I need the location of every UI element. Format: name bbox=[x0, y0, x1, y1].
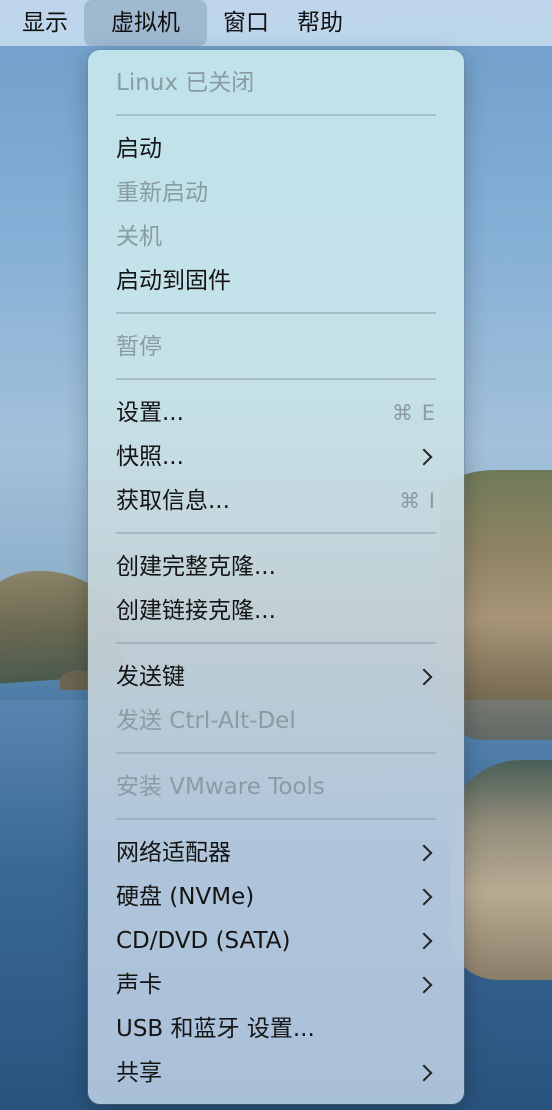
get-info-label: 获取信息... bbox=[116, 488, 230, 514]
menubar-window[interactable]: 窗口 bbox=[209, 0, 283, 46]
menu-separator bbox=[116, 752, 436, 754]
network-adapter-label: 网络适配器 bbox=[116, 840, 231, 866]
snapshots-label: 快照... bbox=[116, 444, 184, 470]
menu-item-start[interactable]: 启动 bbox=[116, 129, 436, 169]
vm-status-label: Linux 已关闭 bbox=[116, 70, 255, 96]
send-keys-label: 发送键 bbox=[116, 664, 185, 690]
shutdown-label: 关机 bbox=[116, 224, 162, 250]
menu-separator bbox=[116, 818, 436, 820]
sharing-label: 共享 bbox=[116, 1060, 162, 1086]
chevron-right-icon bbox=[415, 976, 433, 994]
menubar-help[interactable]: 帮助 bbox=[283, 0, 357, 46]
menu-item-install-vmware-tools: 安装 VMware Tools bbox=[116, 767, 436, 807]
menu-item-hard-disk[interactable]: 硬盘 (NVMe) bbox=[116, 877, 436, 917]
menu-item-usb-bluetooth-settings[interactable]: USB 和蓝牙 设置... bbox=[116, 1009, 436, 1049]
send-cad-label: 发送 Ctrl-Alt-Del bbox=[116, 708, 296, 734]
menu-item-shutdown: 关机 bbox=[116, 217, 436, 257]
install-tools-label: 安装 VMware Tools bbox=[116, 774, 325, 800]
chevron-right-icon bbox=[415, 844, 433, 862]
menu-item-pause: 暂停 bbox=[116, 327, 436, 367]
menu-separator bbox=[116, 312, 436, 314]
menu-separator bbox=[116, 642, 436, 644]
linked-clone-label: 创建链接克隆... bbox=[116, 598, 276, 624]
menu-item-snapshots[interactable]: 快照... bbox=[116, 437, 436, 477]
menu-item-get-info[interactable]: 获取信息... ⌘ I bbox=[116, 481, 436, 521]
menu-item-full-clone[interactable]: 创建完整克隆... bbox=[116, 547, 436, 587]
usb-bluetooth-label: USB 和蓝牙 设置... bbox=[116, 1016, 315, 1042]
menu-item-sound-card[interactable]: 声卡 bbox=[116, 965, 436, 1005]
menu-item-send-keys[interactable]: 发送键 bbox=[116, 657, 436, 697]
virtual-machine-menu: Linux 已关闭 启动 重新启动 关机 启动到固件 暂停 设置... ⌘ E … bbox=[88, 50, 464, 1104]
menu-item-sharing[interactable]: 共享 bbox=[116, 1053, 436, 1093]
menu-bar: 显示 虚拟机 窗口 帮助 bbox=[0, 0, 552, 46]
menu-item-vm-status: Linux 已关闭 bbox=[116, 63, 436, 103]
boot-firmware-label: 启动到固件 bbox=[116, 268, 231, 294]
chevron-right-icon bbox=[415, 668, 433, 686]
menu-item-send-ctrl-alt-del: 发送 Ctrl-Alt-Del bbox=[116, 701, 436, 741]
menubar-view[interactable]: 显示 bbox=[0, 0, 82, 46]
chevron-right-icon bbox=[415, 932, 433, 950]
chevron-right-icon bbox=[415, 888, 433, 906]
menu-separator bbox=[116, 114, 436, 116]
pause-label: 暂停 bbox=[116, 334, 162, 360]
settings-shortcut: ⌘ E bbox=[392, 401, 436, 425]
menu-item-network-adapter[interactable]: 网络适配器 bbox=[116, 833, 436, 873]
hard-disk-label: 硬盘 (NVMe) bbox=[116, 884, 255, 910]
menubar-virtual-machine[interactable]: 虚拟机 bbox=[84, 0, 207, 46]
menu-item-linked-clone[interactable]: 创建链接克隆... bbox=[116, 591, 436, 631]
settings-label: 设置... bbox=[116, 400, 184, 426]
chevron-right-icon bbox=[415, 448, 433, 466]
start-label: 启动 bbox=[116, 136, 162, 162]
chevron-right-icon bbox=[415, 1064, 433, 1082]
menu-item-settings[interactable]: 设置... ⌘ E bbox=[116, 393, 436, 433]
sound-card-label: 声卡 bbox=[116, 972, 162, 998]
menu-separator bbox=[116, 532, 436, 534]
menu-item-boot-to-firmware[interactable]: 启动到固件 bbox=[116, 261, 436, 301]
menu-item-restart: 重新启动 bbox=[116, 173, 436, 213]
cd-dvd-label: CD/DVD (SATA) bbox=[116, 928, 291, 954]
get-info-shortcut: ⌘ I bbox=[399, 489, 436, 513]
full-clone-label: 创建完整克隆... bbox=[116, 554, 276, 580]
menu-item-cd-dvd[interactable]: CD/DVD (SATA) bbox=[116, 921, 436, 961]
restart-label: 重新启动 bbox=[116, 180, 208, 206]
menu-separator bbox=[116, 378, 436, 380]
